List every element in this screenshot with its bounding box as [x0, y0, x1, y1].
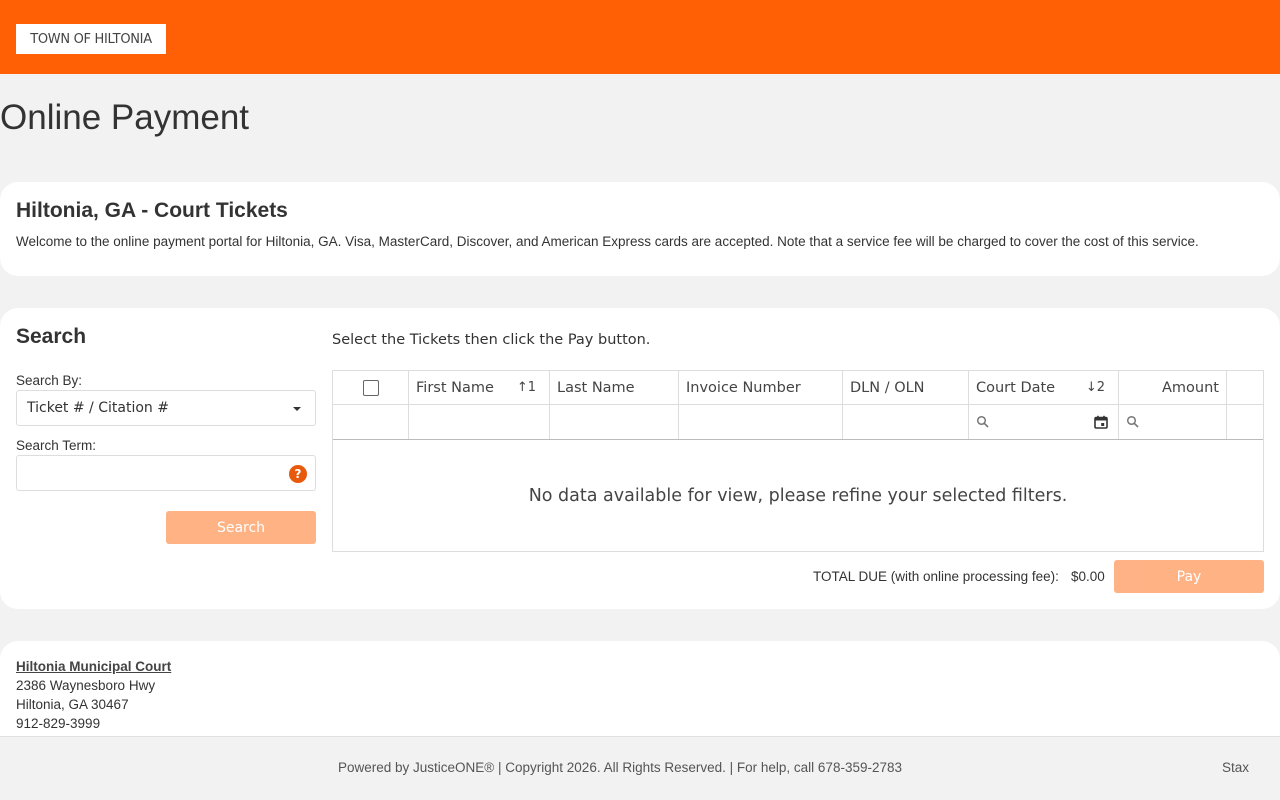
court-phone: 912-829-3999: [16, 716, 101, 731]
court-address-card: Hiltonia Municipal Court 2386 Waynesboro…: [0, 641, 1280, 751]
filter-extra: [1227, 405, 1263, 439]
search-icon: [1126, 415, 1139, 428]
search-card: Search Search By: Ticket # / Citation # …: [0, 308, 1280, 609]
col-header-first-name[interactable]: First Name ↑1: [409, 371, 550, 404]
search-term-input[interactable]: ?: [16, 455, 316, 491]
col-header-invoice-number[interactable]: Invoice Number: [679, 371, 843, 404]
intro-card: Hiltonia, GA - Court Tickets Welcome to …: [0, 182, 1280, 276]
footer-copyright: Powered by JusticeONE® | Copyright 2026.…: [338, 760, 902, 775]
filter-cell-select: [333, 405, 409, 439]
col-header-amount[interactable]: Amount: [1119, 371, 1227, 404]
court-city: Hiltonia, GA 30467: [16, 697, 129, 712]
filter-first-name[interactable]: [409, 405, 550, 439]
col-invoice-label: Invoice Number: [686, 379, 801, 396]
search-title: Search: [16, 325, 87, 348]
intro-text: Welcome to the online payment portal for…: [16, 234, 1199, 249]
top-bar: TOWN OF HILTONIA: [0, 0, 1280, 74]
col-last-name-label: Last Name: [557, 379, 635, 396]
pay-button[interactable]: Pay: [1114, 560, 1264, 593]
col-header-extra: [1227, 371, 1263, 404]
search-by-select[interactable]: Ticket # / Citation #: [16, 390, 316, 426]
page-title: Online Payment: [0, 98, 250, 137]
grid-header-row: First Name ↑1 Last Name Invoice Number D…: [333, 371, 1263, 405]
search-icon: [976, 415, 989, 428]
filter-dln-oln[interactable]: [843, 405, 969, 439]
no-data-message: No data available for view, please refin…: [528, 485, 1068, 506]
footer: Powered by JusticeONE® | Copyright 2026.…: [0, 736, 1280, 800]
sort-asc-icon: ↑1: [516, 380, 536, 395]
tickets-grid: First Name ↑1 Last Name Invoice Number D…: [332, 370, 1264, 552]
search-button[interactable]: Search: [166, 511, 316, 544]
search-by-value: Ticket # / Citation #: [27, 400, 169, 416]
calendar-icon[interactable]: [1094, 415, 1108, 429]
col-dln-label: DLN / OLN: [850, 379, 925, 396]
filter-invoice-number[interactable]: [679, 405, 843, 439]
col-header-last-name[interactable]: Last Name: [550, 371, 679, 404]
filter-court-date[interactable]: [969, 405, 1119, 439]
intro-heading: Hiltonia, GA - Court Tickets: [16, 199, 288, 222]
filter-amount[interactable]: [1119, 405, 1227, 439]
col-header-dln-oln[interactable]: DLN / OLN: [843, 371, 969, 404]
col-header-court-date[interactable]: Court Date ↓2: [969, 371, 1119, 404]
select-all-checkbox[interactable]: [362, 379, 379, 396]
col-first-name-label: First Name: [416, 379, 494, 396]
col-amount-label: Amount: [1162, 379, 1219, 396]
search-term-label: Search Term:: [16, 438, 97, 453]
grid-filter-row: [333, 405, 1263, 440]
court-street: 2386 Waynesboro Hwy: [16, 678, 156, 693]
total-due-value: $0.00: [1071, 569, 1105, 584]
town-logo[interactable]: TOWN OF HILTONIA: [16, 24, 166, 54]
results-instructions: Select the Tickets then click the Pay bu…: [332, 332, 651, 348]
court-name-link[interactable]: Hiltonia Municipal Court: [16, 659, 171, 674]
stax-link[interactable]: Stax: [1222, 760, 1249, 775]
help-icon[interactable]: ?: [289, 465, 307, 483]
col-court-date-label: Court Date: [976, 379, 1056, 396]
filter-last-name[interactable]: [550, 405, 679, 439]
search-by-label: Search By:: [16, 373, 83, 388]
sort-desc-icon: ↓2: [1085, 380, 1105, 395]
total-due-label: TOTAL DUE (with online processing fee):: [813, 569, 1059, 584]
select-all-cell: [333, 371, 409, 404]
caret-down-icon: [293, 407, 301, 411]
